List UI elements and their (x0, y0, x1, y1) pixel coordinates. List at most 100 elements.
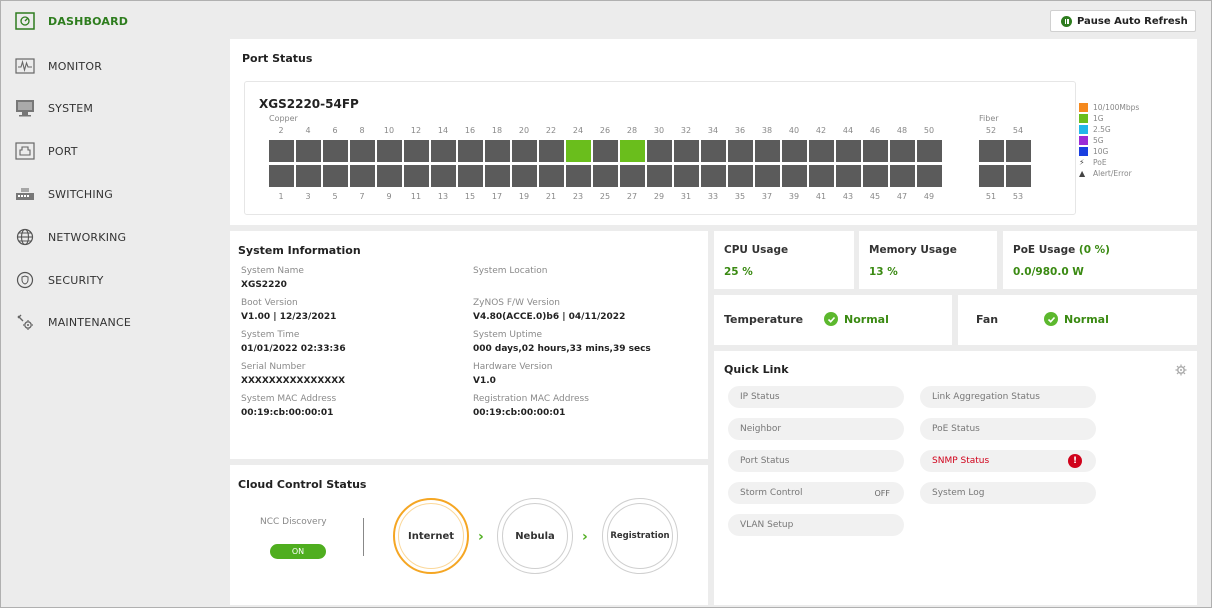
poe-usage-value: 0.0/980.0 W (1013, 266, 1084, 278)
port-9[interactable] (377, 165, 402, 187)
quick-link-storm-control[interactable]: Storm Control OFF (728, 482, 904, 504)
port-45[interactable] (863, 165, 888, 187)
port-50[interactable] (917, 140, 942, 162)
fan-card: Fan Normal (958, 295, 1197, 345)
port-12[interactable] (404, 140, 429, 162)
port-24[interactable] (566, 140, 591, 162)
temperature-status: Normal (824, 312, 889, 326)
quick-link-label: System Log (932, 488, 985, 498)
port-10[interactable] (377, 140, 402, 162)
sidebar-item-label: MONITOR (48, 59, 103, 73)
port-34[interactable] (701, 140, 726, 162)
legend-swatch (1079, 136, 1088, 145)
field-value: 000 days,02 hours,33 mins,39 secs (473, 344, 651, 354)
port-8[interactable] (350, 140, 375, 162)
arrow-icon: › (582, 529, 588, 545)
port-11[interactable] (404, 165, 429, 187)
port-6[interactable] (323, 140, 348, 162)
legend-label: 5G (1093, 136, 1104, 145)
app-window: DASHBOARD MONITOR SYSTEM PORT SWITCHING (0, 0, 1212, 608)
port-number-label: 24 (572, 126, 584, 135)
sidebar-item-networking[interactable]: NETWORKING (14, 226, 126, 248)
port-1[interactable] (269, 165, 294, 187)
port-35[interactable] (728, 165, 753, 187)
port-13[interactable] (431, 165, 456, 187)
port-17[interactable] (485, 165, 510, 187)
port-number-label: 14 (437, 126, 449, 135)
port-number-label: 36 (734, 126, 746, 135)
port-52[interactable] (979, 140, 1004, 162)
port-44[interactable] (836, 140, 861, 162)
port-32[interactable] (674, 140, 699, 162)
port-14[interactable] (431, 140, 456, 162)
sidebar-item-system[interactable]: SYSTEM (14, 97, 93, 119)
port-39[interactable] (782, 165, 807, 187)
port-46[interactable] (863, 140, 888, 162)
port-18[interactable] (485, 140, 510, 162)
port-22[interactable] (539, 140, 564, 162)
port-31[interactable] (674, 165, 699, 187)
port-38[interactable] (755, 140, 780, 162)
registration-step: Registration (602, 498, 678, 574)
legend-swatch (1079, 103, 1088, 112)
quick-link-port-status[interactable]: Port Status (728, 450, 904, 472)
port-number-label: 20 (518, 126, 530, 135)
port-29[interactable] (647, 165, 672, 187)
quick-link-link-aggregation-status[interactable]: Link Aggregation Status (920, 386, 1096, 408)
quick-link-ip-status[interactable]: IP Status (728, 386, 904, 408)
sidebar-item-maintenance[interactable]: MAINTENANCE (14, 311, 131, 333)
port-47[interactable] (890, 165, 915, 187)
port-3[interactable] (296, 165, 321, 187)
port-25[interactable] (593, 165, 618, 187)
quick-link-poe-status[interactable]: PoE Status (920, 418, 1096, 440)
port-53[interactable] (1006, 165, 1031, 187)
port-number-label: 1 (278, 192, 284, 201)
gear-icon[interactable] (1175, 361, 1187, 380)
sidebar-item-label: NETWORKING (48, 230, 127, 244)
ncc-discovery-toggle[interactable]: ON (270, 544, 326, 559)
port-30[interactable] (647, 140, 672, 162)
sidebar-item-dashboard[interactable]: DASHBOARD (14, 10, 128, 32)
port-26[interactable] (593, 140, 618, 162)
port-40[interactable] (782, 140, 807, 162)
pause-auto-refresh-button[interactable]: Pause Auto Refresh (1050, 10, 1196, 32)
sidebar-item-security[interactable]: SECURITY (14, 269, 104, 291)
port-33[interactable] (701, 165, 726, 187)
port-number-label: 45 (869, 192, 881, 201)
port-16[interactable] (458, 140, 483, 162)
port-27[interactable] (620, 165, 645, 187)
port-41[interactable] (809, 165, 834, 187)
quick-link-label: Neighbor (740, 424, 782, 434)
port-15[interactable] (458, 165, 483, 187)
legend-swatch (1079, 125, 1088, 134)
sidebar-item-port[interactable]: PORT (14, 140, 78, 162)
port-4[interactable] (296, 140, 321, 162)
legend-item: ⚡ PoE (1079, 158, 1107, 167)
port-42[interactable] (809, 140, 834, 162)
port-48[interactable] (890, 140, 915, 162)
port-23[interactable] (566, 165, 591, 187)
sidebar-item-switching[interactable]: SWITCHING (14, 183, 113, 205)
port-2[interactable] (269, 140, 294, 162)
temperature-card: Temperature Normal (714, 295, 952, 345)
port-36[interactable] (728, 140, 753, 162)
quick-link-vlan-setup[interactable]: VLAN Setup (728, 514, 904, 536)
port-28[interactable] (620, 140, 645, 162)
port-5[interactable] (323, 165, 348, 187)
sidebar-item-monitor[interactable]: MONITOR (14, 55, 102, 77)
quick-link-snmp-status[interactable]: SNMP Status! (920, 450, 1096, 472)
divider (363, 518, 364, 556)
port-7[interactable] (350, 165, 375, 187)
port-49[interactable] (917, 165, 942, 187)
port-21[interactable] (539, 165, 564, 187)
quick-link-system-log[interactable]: System Log (920, 482, 1096, 504)
port-54[interactable] (1006, 140, 1031, 162)
port-43[interactable] (836, 165, 861, 187)
port-19[interactable] (512, 165, 537, 187)
port-51[interactable] (979, 165, 1004, 187)
quick-link-neighbor[interactable]: Neighbor (728, 418, 904, 440)
system-icon (14, 98, 36, 118)
port-37[interactable] (755, 165, 780, 187)
cpu-usage-value: 25 % (724, 266, 753, 278)
port-20[interactable] (512, 140, 537, 162)
